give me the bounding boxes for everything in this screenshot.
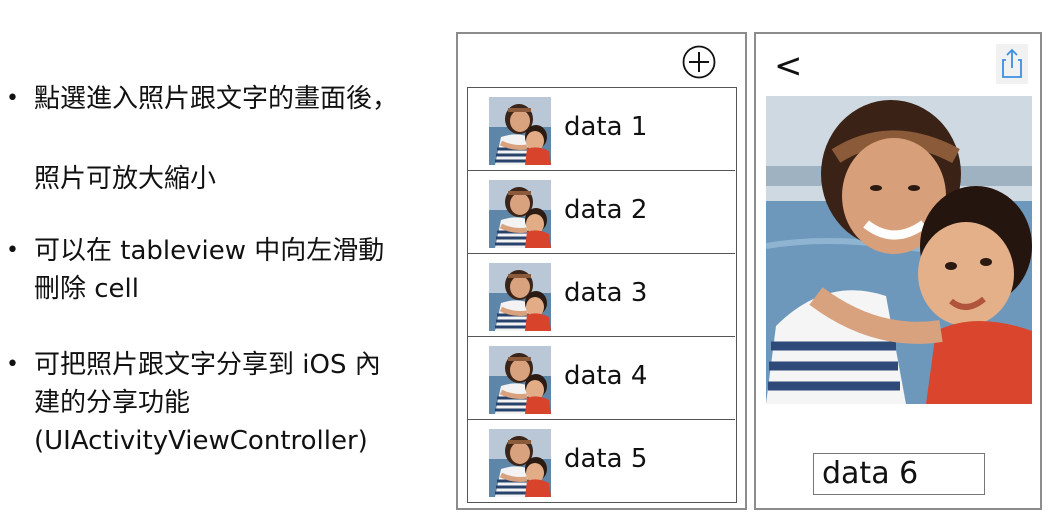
- bullet-dot: •: [6, 86, 19, 111]
- table-row[interactable]: data 1: [468, 88, 735, 171]
- detail-screen-mockup: < data 6: [754, 32, 1042, 510]
- row-thumbnail: [489, 180, 551, 248]
- row-label: data 5: [564, 444, 648, 474]
- share-icon[interactable]: [996, 44, 1028, 84]
- back-button[interactable]: <: [774, 46, 803, 86]
- list-screen-mockup: data 1 data 2 data 3 data 4 data 5: [456, 32, 747, 510]
- note-swipe-delete-text: 可以在 tableview 中向左滑動 刪除 cell: [34, 236, 385, 304]
- row-thumbnail: [489, 263, 551, 331]
- table-row[interactable]: data 2: [468, 171, 735, 254]
- note-zoom-line2: 照片可放大縮小: [34, 164, 217, 194]
- table-row[interactable]: data 5: [468, 420, 735, 503]
- row-label: data 3: [564, 278, 648, 308]
- table-row[interactable]: data 4: [468, 337, 735, 420]
- data-table: data 1 data 2 data 3 data 4 data 5: [467, 87, 737, 503]
- table-row[interactable]: data 3: [468, 254, 735, 337]
- bullet-dot: •: [6, 352, 19, 377]
- caption-text-field[interactable]: data 6: [813, 453, 985, 495]
- row-thumbnail: [489, 97, 551, 165]
- row-label: data 4: [564, 361, 648, 391]
- row-thumbnail: [489, 429, 551, 497]
- row-thumbnail: [489, 346, 551, 414]
- bullet-dot: •: [6, 238, 19, 263]
- plus-circle-icon[interactable]: [682, 45, 716, 79]
- detail-photo[interactable]: [766, 96, 1032, 404]
- row-label: data 1: [564, 112, 648, 142]
- row-label: data 2: [564, 195, 648, 225]
- note-share-text: 可把照片跟文字分享到 iOS 內 建的分享功能 (UIActivityViewC…: [34, 350, 381, 456]
- note-zoom-line1: 點選進入照片跟文字的畫面後，: [34, 84, 399, 114]
